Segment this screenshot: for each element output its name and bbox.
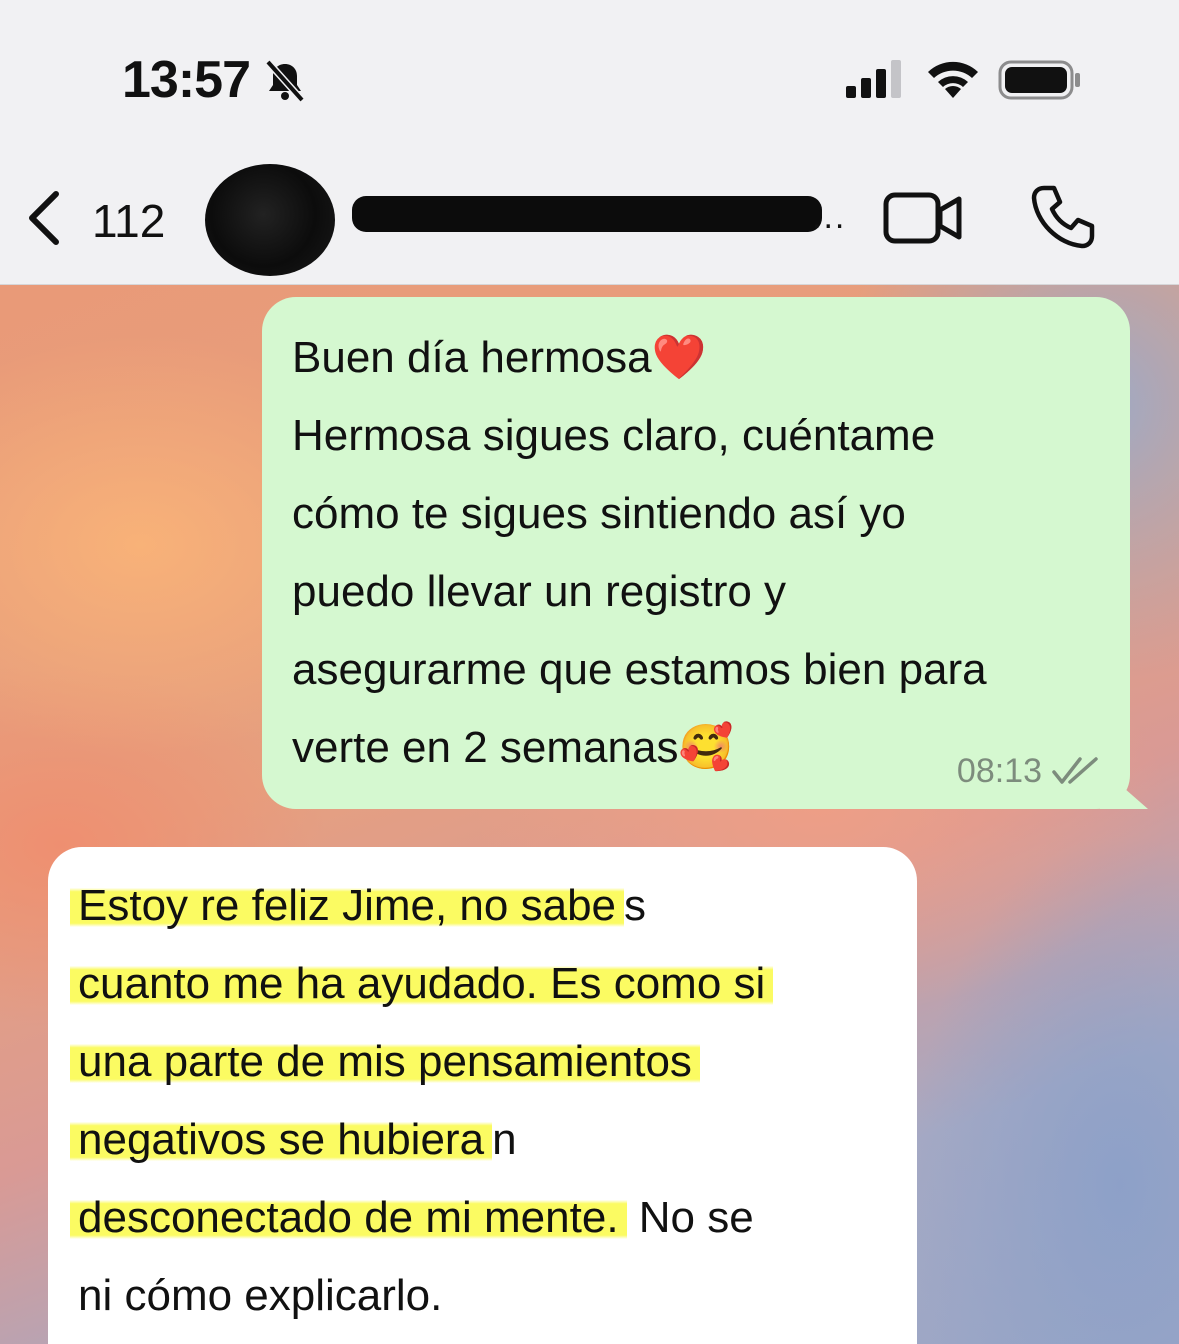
chat-header: 112 ...	[0, 150, 1179, 285]
status-time: 13:57	[122, 51, 251, 109]
outgoing-bubble-tail	[1100, 767, 1148, 809]
message-line: negativos se hubiera n	[70, 1101, 887, 1179]
outgoing-message[interactable]: Buen día hermosa❤️ Hermosa sigues claro,…	[262, 297, 1130, 809]
message-line: asegurarme que estamos bien para	[292, 645, 987, 694]
message-line: Hermosa sigues claro, cuéntame	[292, 411, 936, 460]
back-chevron-icon[interactable]	[24, 190, 64, 246]
plain-text: ni cómo explicarlo.	[78, 1271, 443, 1320]
message-line: puedo llevar un registro y	[292, 567, 787, 616]
bell-slash-icon	[265, 59, 305, 103]
plain-text: s	[624, 881, 647, 930]
message-line: una parte de mis pensamientos	[70, 1023, 887, 1101]
double-check-icon	[1052, 757, 1098, 784]
message-line: Estoy re feliz Jime, no sabe s	[70, 867, 887, 945]
cellular-signal-icon	[846, 60, 901, 98]
status-bar: 13:57	[0, 0, 1179, 150]
battery-icon	[998, 60, 1080, 100]
unread-count[interactable]: 112	[92, 194, 165, 248]
message-line: cuanto me ha ayudado. Es como si	[70, 945, 887, 1023]
wifi-icon	[928, 61, 978, 98]
message-meta: 08:13	[957, 751, 1100, 791]
plain-text: No se	[626, 1193, 754, 1242]
message-line: ni cómo explicarlo.	[78, 1257, 887, 1335]
chat-area[interactable]: Buen día hermosa❤️ Hermosa sigues claro,…	[0, 285, 1179, 1344]
message-line: cómo te sigues sintiendo así yo	[292, 489, 906, 538]
plain-text: n	[492, 1115, 517, 1164]
contact-name-redacted[interactable]	[352, 196, 822, 232]
highlighted-text: cuanto me ha ayudado. Es como si	[70, 959, 774, 1008]
highlighted-text: una parte de mis pensamientos	[70, 1037, 700, 1086]
video-call-icon[interactable]	[883, 190, 963, 246]
message-time: 08:13	[956, 752, 1042, 790]
phone-icon[interactable]	[1030, 184, 1096, 250]
message-line: Buen día hermosa❤️	[292, 333, 707, 382]
message-line: desconectado de mi mente. No se	[70, 1179, 887, 1257]
incoming-message[interactable]: Estoy re feliz Jime, no sabe s cuanto me …	[48, 847, 917, 1344]
contact-name-ellipsis: ...	[812, 198, 847, 236]
highlighted-text: desconectado de mi mente.	[70, 1193, 627, 1242]
highlighted-text: negativos se hubiera	[70, 1115, 493, 1164]
avatar[interactable]	[205, 164, 335, 276]
highlighted-text: Estoy re feliz Jime, no sabe	[70, 881, 625, 930]
